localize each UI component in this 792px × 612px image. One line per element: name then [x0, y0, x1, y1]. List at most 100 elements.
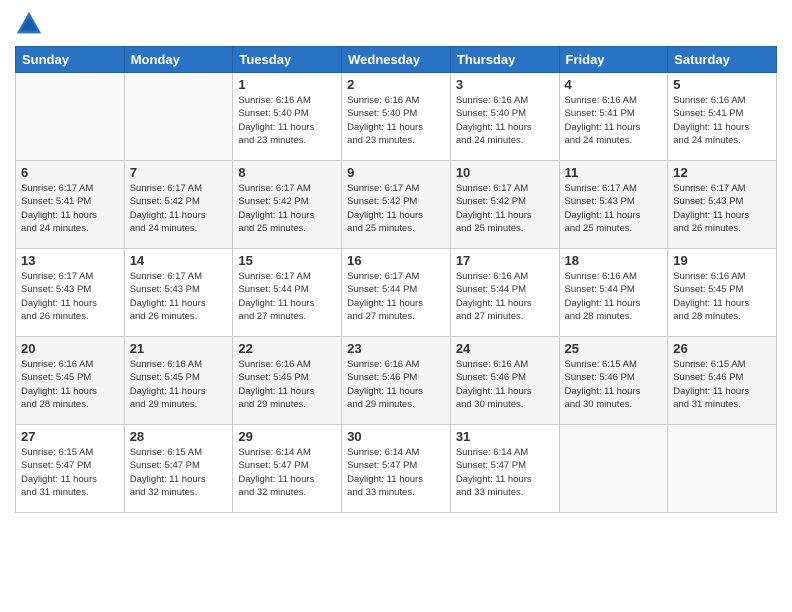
day-number: 7	[130, 165, 228, 180]
day-number: 3	[456, 77, 554, 92]
day-info: Sunrise: 6:16 AM Sunset: 5:41 PM Dayligh…	[565, 94, 663, 147]
calendar-week-1: 1 Sunrise: 6:16 AM Sunset: 5:40 PM Daylig…	[16, 73, 777, 161]
col-header-friday: Friday	[559, 47, 668, 73]
calendar-cell	[559, 425, 668, 513]
calendar-cell: 22 Sunrise: 6:16 AM Sunset: 5:45 PM Dayli…	[233, 337, 342, 425]
calendar-cell: 6 Sunrise: 6:17 AM Sunset: 5:41 PM Daylig…	[16, 161, 125, 249]
day-number: 29	[238, 429, 336, 444]
day-number: 25	[565, 341, 663, 356]
day-number: 21	[130, 341, 228, 356]
day-number: 19	[673, 253, 771, 268]
calendar-cell: 5 Sunrise: 6:16 AM Sunset: 5:41 PM Daylig…	[668, 73, 777, 161]
logo	[15, 10, 45, 38]
day-number: 10	[456, 165, 554, 180]
day-info: Sunrise: 6:16 AM Sunset: 5:45 PM Dayligh…	[673, 270, 771, 323]
calendar-cell: 30Sunrise: 6:14 AM Sunset: 5:47 PM Dayli…	[342, 425, 451, 513]
calendar-cell: 13 Sunrise: 6:17 AM Sunset: 5:43 PM Dayli…	[16, 249, 125, 337]
calendar-cell: 28Sunrise: 6:15 AM Sunset: 5:47 PM Dayli…	[124, 425, 233, 513]
calendar-cell: 18Sunrise: 6:16 AM Sunset: 5:44 PM Dayli…	[559, 249, 668, 337]
day-number: 22	[238, 341, 336, 356]
day-number: 27	[21, 429, 119, 444]
calendar-week-5: 27 Sunrise: 6:15 AM Sunset: 5:47 PM Dayli…	[16, 425, 777, 513]
day-number: 11	[565, 165, 663, 180]
calendar-cell: 3 Sunrise: 6:16 AM Sunset: 5:40 PM Daylig…	[450, 73, 559, 161]
day-number: 23	[347, 341, 445, 356]
day-info: Sunrise: 6:16 AM Sunset: 5:41 PM Dayligh…	[673, 94, 771, 147]
calendar-cell: 29 Sunrise: 6:14 AM Sunset: 5:47 PM Dayli…	[233, 425, 342, 513]
day-number: 13	[21, 253, 119, 268]
calendar-week-4: 20 Sunrise: 6:16 AM Sunset: 5:45 PM Dayli…	[16, 337, 777, 425]
day-info: Sunrise: 6:17 AM Sunset: 5:42 PM Dayligh…	[130, 182, 228, 235]
calendar-cell: 10 Sunrise: 6:17 AM Sunset: 5:42 PM Dayli…	[450, 161, 559, 249]
calendar-cell: 14Sunrise: 6:17 AM Sunset: 5:43 PM Dayli…	[124, 249, 233, 337]
calendar-cell: 2Sunrise: 6:16 AM Sunset: 5:40 PM Daylig…	[342, 73, 451, 161]
day-info: Sunrise: 6:17 AM Sunset: 5:43 PM Dayligh…	[21, 270, 119, 323]
day-info: Sunrise: 6:16 AM Sunset: 5:40 PM Dayligh…	[238, 94, 336, 147]
day-info: Sunrise: 6:14 AM Sunset: 5:47 PM Dayligh…	[456, 446, 554, 499]
calendar-cell: 20 Sunrise: 6:16 AM Sunset: 5:45 PM Dayli…	[16, 337, 125, 425]
day-number: 16	[347, 253, 445, 268]
col-header-tuesday: Tuesday	[233, 47, 342, 73]
calendar-cell: 24Sunrise: 6:16 AM Sunset: 5:46 PM Dayli…	[450, 337, 559, 425]
day-number: 31	[456, 429, 554, 444]
day-number: 18	[565, 253, 663, 268]
day-info: Sunrise: 6:17 AM Sunset: 5:42 PM Dayligh…	[456, 182, 554, 235]
day-info: Sunrise: 6:16 AM Sunset: 5:44 PM Dayligh…	[456, 270, 554, 323]
calendar-table: SundayMondayTuesdayWednesdayThursdayFrid…	[15, 46, 777, 513]
day-info: Sunrise: 6:17 AM Sunset: 5:44 PM Dayligh…	[347, 270, 445, 323]
col-header-sunday: Sunday	[16, 47, 125, 73]
day-info: Sunrise: 6:15 AM Sunset: 5:47 PM Dayligh…	[21, 446, 119, 499]
col-header-saturday: Saturday	[668, 47, 777, 73]
calendar-cell: 26 Sunrise: 6:15 AM Sunset: 5:46 PM Dayli…	[668, 337, 777, 425]
calendar-cell: 7 Sunrise: 6:17 AM Sunset: 5:42 PM Daylig…	[124, 161, 233, 249]
day-info: Sunrise: 6:14 AM Sunset: 5:47 PM Dayligh…	[238, 446, 336, 499]
calendar-cell: 15Sunrise: 6:17 AM Sunset: 5:44 PM Dayli…	[233, 249, 342, 337]
calendar-cell: 1 Sunrise: 6:16 AM Sunset: 5:40 PM Daylig…	[233, 73, 342, 161]
day-info: Sunrise: 6:15 AM Sunset: 5:46 PM Dayligh…	[673, 358, 771, 411]
calendar-week-2: 6 Sunrise: 6:17 AM Sunset: 5:41 PM Daylig…	[16, 161, 777, 249]
calendar-cell: 16 Sunrise: 6:17 AM Sunset: 5:44 PM Dayli…	[342, 249, 451, 337]
day-number: 5	[673, 77, 771, 92]
day-info: Sunrise: 6:16 AM Sunset: 5:45 PM Dayligh…	[238, 358, 336, 411]
calendar-cell: 23 Sunrise: 6:16 AM Sunset: 5:46 PM Dayli…	[342, 337, 451, 425]
day-number: 4	[565, 77, 663, 92]
calendar-cell: 12 Sunrise: 6:17 AM Sunset: 5:43 PM Dayli…	[668, 161, 777, 249]
day-info: Sunrise: 6:17 AM Sunset: 5:44 PM Dayligh…	[238, 270, 336, 323]
calendar-cell: 8Sunrise: 6:17 AM Sunset: 5:42 PM Daylig…	[233, 161, 342, 249]
calendar-cell	[668, 425, 777, 513]
calendar-cell: 31 Sunrise: 6:14 AM Sunset: 5:47 PM Dayli…	[450, 425, 559, 513]
calendar-cell: 11 Sunrise: 6:17 AM Sunset: 5:43 PM Dayli…	[559, 161, 668, 249]
header	[15, 10, 777, 38]
calendar-cell	[124, 73, 233, 161]
day-number: 26	[673, 341, 771, 356]
logo-icon	[15, 10, 43, 38]
day-number: 30	[347, 429, 445, 444]
day-info: Sunrise: 6:16 AM Sunset: 5:46 PM Dayligh…	[347, 358, 445, 411]
day-number: 12	[673, 165, 771, 180]
day-number: 17	[456, 253, 554, 268]
day-number: 24	[456, 341, 554, 356]
day-info: Sunrise: 6:16 AM Sunset: 5:40 PM Dayligh…	[456, 94, 554, 147]
calendar-cell: 25 Sunrise: 6:15 AM Sunset: 5:46 PM Dayli…	[559, 337, 668, 425]
day-number: 9	[347, 165, 445, 180]
calendar-cell	[16, 73, 125, 161]
day-number: 2	[347, 77, 445, 92]
calendar-cell: 27 Sunrise: 6:15 AM Sunset: 5:47 PM Dayli…	[16, 425, 125, 513]
day-number: 20	[21, 341, 119, 356]
day-info: Sunrise: 6:17 AM Sunset: 5:42 PM Dayligh…	[347, 182, 445, 235]
day-info: Sunrise: 6:17 AM Sunset: 5:41 PM Dayligh…	[21, 182, 119, 235]
calendar-cell: 4 Sunrise: 6:16 AM Sunset: 5:41 PM Daylig…	[559, 73, 668, 161]
page: SundayMondayTuesdayWednesdayThursdayFrid…	[0, 0, 792, 612]
day-info: Sunrise: 6:17 AM Sunset: 5:43 PM Dayligh…	[673, 182, 771, 235]
day-info: Sunrise: 6:16 AM Sunset: 5:45 PM Dayligh…	[130, 358, 228, 411]
calendar-cell: 19 Sunrise: 6:16 AM Sunset: 5:45 PM Dayli…	[668, 249, 777, 337]
day-number: 28	[130, 429, 228, 444]
day-info: Sunrise: 6:16 AM Sunset: 5:45 PM Dayligh…	[21, 358, 119, 411]
day-info: Sunrise: 6:15 AM Sunset: 5:46 PM Dayligh…	[565, 358, 663, 411]
day-info: Sunrise: 6:17 AM Sunset: 5:43 PM Dayligh…	[565, 182, 663, 235]
day-number: 1	[238, 77, 336, 92]
calendar-header-row: SundayMondayTuesdayWednesdayThursdayFrid…	[16, 47, 777, 73]
day-number: 6	[21, 165, 119, 180]
calendar-cell: 21 Sunrise: 6:16 AM Sunset: 5:45 PM Dayli…	[124, 337, 233, 425]
day-number: 8	[238, 165, 336, 180]
